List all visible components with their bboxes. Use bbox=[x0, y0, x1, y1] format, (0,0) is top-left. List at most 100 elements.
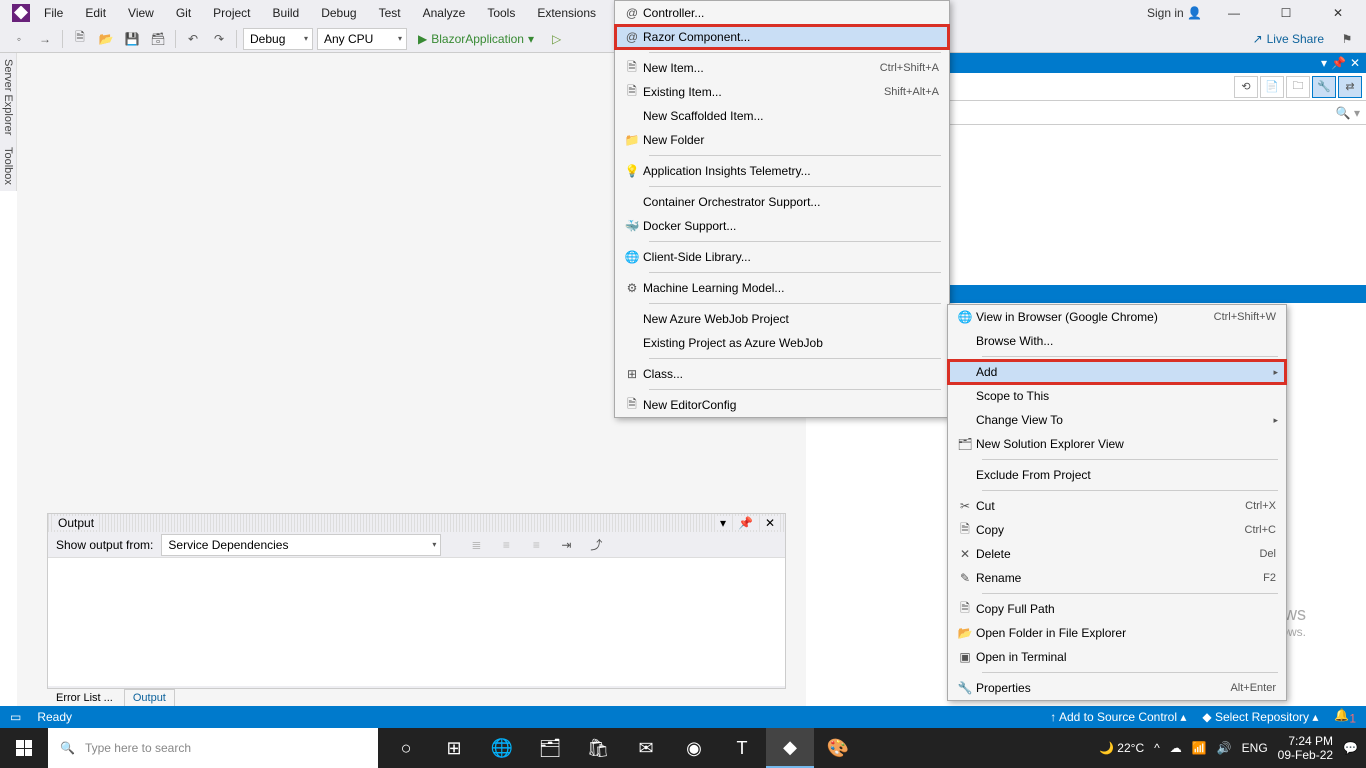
select-repository[interactable]: ◆ Select Repository ▴ bbox=[1202, 710, 1318, 724]
menu-item-open-folder-in-file-explorer[interactable]: 📂Open Folder in File Explorer bbox=[948, 621, 1286, 645]
edge-icon[interactable]: 🌐 bbox=[478, 728, 526, 768]
menu-test[interactable]: Test bbox=[373, 3, 407, 23]
sol-tool-sync[interactable]: ⇄ bbox=[1338, 76, 1362, 98]
close-button[interactable]: ✕ bbox=[1318, 3, 1358, 23]
cortana-icon[interactable]: ○ bbox=[382, 728, 430, 768]
menu-item-delete[interactable]: ✕DeleteDel bbox=[948, 542, 1286, 566]
menu-item-container-orchestrator-support[interactable]: Container Orchestrator Support... bbox=[615, 190, 949, 214]
onedrive-icon[interactable]: ☁ bbox=[1170, 741, 1182, 755]
save-all-button[interactable]: 🗃 bbox=[147, 28, 169, 50]
menu-edit[interactable]: Edit bbox=[79, 3, 112, 23]
nav-forward-button[interactable]: → bbox=[34, 28, 56, 50]
solution-platform-dropdown[interactable]: Any CPU bbox=[317, 28, 407, 50]
menu-item-scope-to-this[interactable]: Scope to This bbox=[948, 384, 1286, 408]
dropdown-icon[interactable]: ▾ bbox=[716, 516, 730, 530]
menu-item-client-side-library[interactable]: 🌐Client-Side Library... bbox=[615, 245, 949, 269]
menu-item-open-in-terminal[interactable]: ▣Open in Terminal bbox=[948, 645, 1286, 669]
menu-item-machine-learning-model[interactable]: ⚙Machine Learning Model... bbox=[615, 276, 949, 300]
server-explorer-tab[interactable]: Server Explorer bbox=[0, 53, 17, 141]
start-button[interactable] bbox=[0, 728, 48, 768]
language-icon[interactable]: ENG bbox=[1242, 741, 1268, 755]
menu-extensions[interactable]: Extensions bbox=[531, 3, 602, 23]
add-source-control[interactable]: ↑ Add to Source Control ▴ bbox=[1050, 710, 1186, 724]
pin-icon[interactable]: 📌 bbox=[1331, 56, 1346, 70]
mail-icon[interactable]: ✉ bbox=[622, 728, 670, 768]
menu-item-change-view-to[interactable]: Change View To bbox=[948, 408, 1286, 432]
task-view-icon[interactable]: ⊞ bbox=[430, 728, 478, 768]
clock[interactable]: 7:24 PM 09-Feb-22 bbox=[1278, 734, 1333, 763]
menu-item-browse-with[interactable]: Browse With... bbox=[948, 329, 1286, 353]
sol-tool-2[interactable]: 📄 bbox=[1260, 76, 1284, 98]
solution-config-dropdown[interactable]: Debug bbox=[243, 28, 313, 50]
close-icon[interactable]: ✕ bbox=[761, 516, 779, 530]
menu-item-new-editorconfig[interactable]: 🗎New EditorConfig bbox=[615, 393, 949, 417]
new-project-button[interactable]: 🗎 bbox=[69, 28, 91, 50]
menu-view[interactable]: View bbox=[122, 3, 160, 23]
output-body[interactable] bbox=[48, 558, 785, 686]
output-toggle-2[interactable]: ≡ bbox=[525, 534, 547, 556]
menu-item-cut[interactable]: ✂CutCtrl+X bbox=[948, 494, 1286, 518]
sign-in-link[interactable]: Sign in 👤 bbox=[1147, 6, 1202, 20]
taskbar-search[interactable]: 🔍 Type here to search bbox=[48, 728, 378, 768]
chrome-icon[interactable]: ◉ bbox=[670, 728, 718, 768]
menu-item-add[interactable]: Add bbox=[948, 360, 1286, 384]
live-share-button[interactable]: ↗ Live Share bbox=[1245, 32, 1332, 46]
output-header[interactable]: Output ▾ 📌 ✕ bbox=[48, 514, 785, 532]
output-goto-button[interactable]: ⤴ bbox=[585, 534, 607, 556]
store-icon[interactable]: 🛍 bbox=[574, 728, 622, 768]
menu-item-docker-support[interactable]: 🐳Docker Support... bbox=[615, 214, 949, 238]
menu-item-existing-project-as-azure-webjob[interactable]: Existing Project as Azure WebJob bbox=[615, 331, 949, 355]
start-no-debug-button[interactable]: ▷ bbox=[545, 28, 568, 50]
pin-icon[interactable]: 📌 bbox=[734, 516, 757, 530]
menu-item-controller[interactable]: @Controller... bbox=[615, 1, 949, 25]
tray-chevron-icon[interactable]: ^ bbox=[1154, 741, 1160, 755]
menu-item-new-azure-webjob-project[interactable]: New Azure WebJob Project bbox=[615, 307, 949, 331]
toolbox-tab[interactable]: Toolbox bbox=[0, 141, 17, 191]
minimize-button[interactable]: — bbox=[1214, 3, 1254, 23]
menu-item-exclude-from-project[interactable]: Exclude From Project bbox=[948, 463, 1286, 487]
output-from-dropdown[interactable]: Service Dependencies bbox=[161, 534, 441, 556]
menu-debug[interactable]: Debug bbox=[315, 3, 362, 23]
menu-item-class[interactable]: ⊞Class... bbox=[615, 362, 949, 386]
menu-git[interactable]: Git bbox=[170, 3, 197, 23]
menu-item-copy-full-path[interactable]: 🗎Copy Full Path bbox=[948, 597, 1286, 621]
menu-item-new-folder[interactable]: 📁New Folder bbox=[615, 128, 949, 152]
output-wrap-button[interactable]: ⇥ bbox=[555, 534, 577, 556]
maximize-button[interactable]: ☐ bbox=[1266, 3, 1306, 23]
menu-item-copy[interactable]: 🗎CopyCtrl+C bbox=[948, 518, 1286, 542]
menu-item-new-solution-explorer-view[interactable]: 🗂New Solution Explorer View bbox=[948, 432, 1286, 456]
save-button[interactable]: 💾 bbox=[121, 28, 143, 50]
redo-button[interactable]: ↷ bbox=[208, 28, 230, 50]
output-toggle-1[interactable]: ≡ bbox=[495, 534, 517, 556]
start-debug-button[interactable]: ▶ BlazorApplication ▾ bbox=[411, 28, 541, 50]
menu-item-application-insights-telemetry[interactable]: 💡Application Insights Telemetry... bbox=[615, 159, 949, 183]
output-clear-button[interactable]: ≣ bbox=[465, 534, 487, 556]
notification-center-icon[interactable]: 💬 bbox=[1343, 741, 1358, 755]
weather-widget[interactable]: 🌙 22°C bbox=[1099, 741, 1144, 755]
close-panel-icon[interactable]: ✕ bbox=[1350, 56, 1360, 70]
undo-button[interactable]: ↶ bbox=[182, 28, 204, 50]
nav-back-button[interactable]: ◦ bbox=[8, 28, 30, 50]
menu-item-rename[interactable]: ✎RenameF2 bbox=[948, 566, 1286, 590]
sol-tool-3[interactable]: 🗀 bbox=[1286, 76, 1310, 98]
menu-tools[interactable]: Tools bbox=[481, 3, 521, 23]
dropdown-icon[interactable]: ▾ bbox=[1321, 56, 1327, 70]
explorer-icon[interactable]: 🗂 bbox=[526, 728, 574, 768]
visual-studio-icon[interactable]: ◆ bbox=[766, 728, 814, 768]
menu-project[interactable]: Project bbox=[207, 3, 256, 23]
menu-item-existing-item[interactable]: 🗎Existing Item...Shift+Alt+A bbox=[615, 80, 949, 104]
teams-icon[interactable]: T bbox=[718, 728, 766, 768]
sol-tool-wrench[interactable]: 🔧 bbox=[1312, 76, 1336, 98]
menu-item-new-item[interactable]: 🗎New Item...Ctrl+Shift+A bbox=[615, 56, 949, 80]
menu-item-properties[interactable]: 🔧PropertiesAlt+Enter bbox=[948, 676, 1286, 700]
menu-item-new-scaffolded-item[interactable]: New Scaffolded Item... bbox=[615, 104, 949, 128]
feedback-button[interactable]: ⚑ bbox=[1336, 28, 1358, 50]
volume-icon[interactable]: 🔊 bbox=[1217, 741, 1232, 755]
menu-item-view-in-browser-google-chrome[interactable]: 🌐View in Browser (Google Chrome)Ctrl+Shi… bbox=[948, 305, 1286, 329]
network-icon[interactable]: 📶 bbox=[1192, 741, 1207, 755]
menu-analyze[interactable]: Analyze bbox=[417, 3, 472, 23]
menu-item-razor-component[interactable]: @Razor Component... bbox=[615, 25, 949, 49]
open-button[interactable]: 📂 bbox=[95, 28, 117, 50]
sol-tool-1[interactable]: ⟲ bbox=[1234, 76, 1258, 98]
menu-file[interactable]: File bbox=[38, 3, 69, 23]
